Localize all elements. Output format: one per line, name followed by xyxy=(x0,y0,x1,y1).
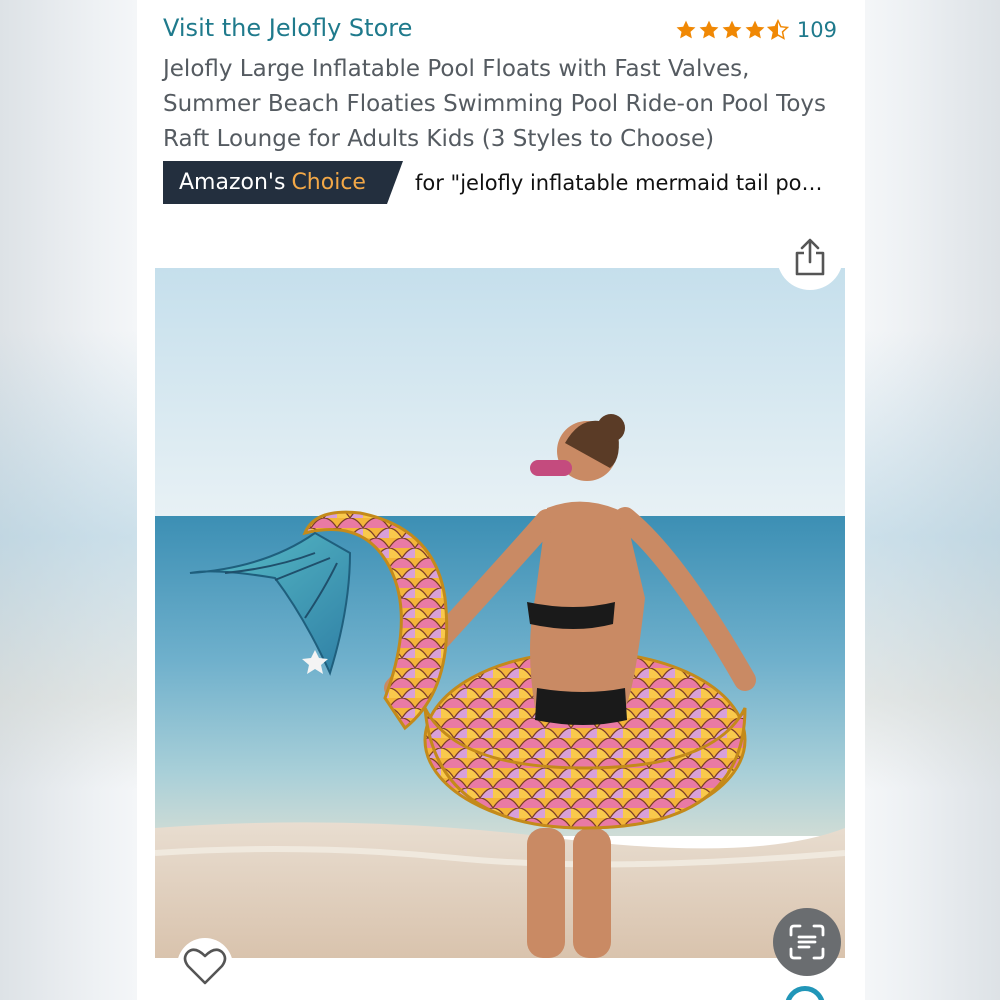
star-icon xyxy=(676,20,696,39)
share-icon xyxy=(795,238,825,276)
amazons-choice-badge: Amazon's Choice xyxy=(163,161,403,204)
rating-count[interactable]: 109 xyxy=(797,18,837,42)
product-photo xyxy=(155,268,845,958)
half-star-icon xyxy=(766,19,789,40)
star-icon xyxy=(722,20,742,39)
badge-query-text: for "jelofly inflatable mermaid tail po… xyxy=(415,170,823,195)
rating[interactable]: 109 xyxy=(675,18,837,42)
heart-icon xyxy=(183,948,227,985)
star-icon xyxy=(745,20,765,39)
badge-label-highlight: Choice xyxy=(291,170,366,195)
badge-label-prefix: Amazon's xyxy=(179,170,286,195)
lens-scan-icon xyxy=(789,924,825,960)
product-title: Jelofly Large Inflatable Pool Floats wit… xyxy=(163,56,826,152)
star-rating xyxy=(675,19,789,41)
star-icon xyxy=(699,20,719,39)
store-link[interactable]: Visit the Jelofly Store xyxy=(163,14,412,42)
product-image[interactable] xyxy=(155,268,845,958)
favorite-button[interactable] xyxy=(177,938,233,994)
amazons-choice-row: Amazon's Choice for "jelofly inflatable … xyxy=(163,161,853,204)
product-card: Visit the Jelofly Store 109 Jelofly Larg… xyxy=(137,0,865,1000)
background-right xyxy=(865,0,1000,1000)
background-left xyxy=(0,0,137,1000)
visual-search-button[interactable] xyxy=(773,908,841,976)
share-button[interactable] xyxy=(777,224,843,290)
